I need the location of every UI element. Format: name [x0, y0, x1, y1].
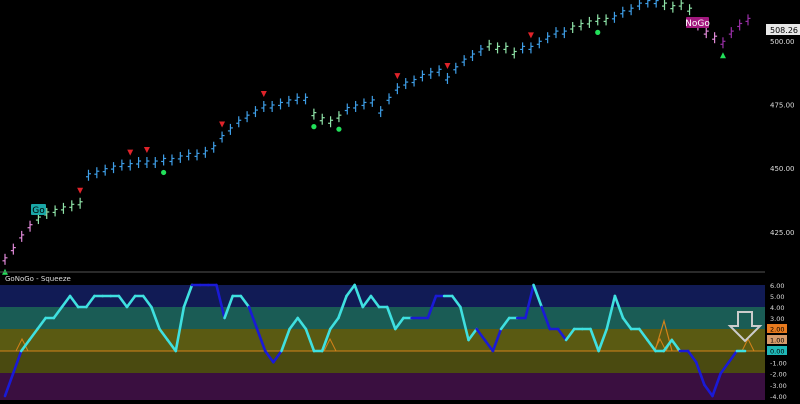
osc-axis-tick: 6.00: [770, 282, 784, 290]
osc-badge-text: 1.00: [770, 337, 784, 345]
osc-axis-tick: -2.00: [770, 371, 787, 379]
go-label: Go: [31, 204, 46, 216]
oscillator-axis: 6.00 5.00 4.00 3.00 -1.00 -2.00 -3.00 -4.00 2.00…: [767, 282, 787, 401]
osc-axis-tick: 5.00: [770, 293, 784, 301]
osc-axis-tick: 3.00: [770, 315, 784, 323]
price-axis-tick: 500.00: [770, 38, 795, 46]
go-marker: [595, 29, 601, 35]
osc-badge: 0.00: [767, 346, 787, 356]
go-marker: [311, 124, 317, 130]
osc-badge-text: 0.00: [770, 348, 784, 356]
osc-axis-tick: 4.00: [770, 304, 784, 312]
osc-band-purple: [0, 373, 765, 400]
price-axis-tick: 475.00: [770, 101, 795, 109]
price-axis-tick: 425.00: [770, 229, 795, 237]
osc-axis-tick: -4.00: [770, 393, 787, 400]
osc-axis-tick: -3.00: [770, 382, 787, 390]
price-axis-tick: 450.00: [770, 165, 795, 173]
nogo-label-text: NoGo: [685, 19, 710, 29]
nogo-label: NoGo: [685, 17, 710, 29]
go-marker: [336, 126, 342, 132]
osc-band-olive: [0, 329, 765, 351]
osc-badge: 1.00: [767, 335, 787, 345]
osc-badge-text: 2.00: [770, 326, 784, 334]
osc-axis-tick: -1.00: [770, 359, 787, 367]
gonogo-chart: 500.00 475.00 450.00 425.00 Go NoGo 508.26 …: [0, 0, 800, 401]
go-marker: [161, 169, 167, 176]
osc-band-teal: [0, 307, 765, 329]
last-price-tag: 508.26: [766, 24, 800, 35]
last-price-text: 508.26: [770, 26, 798, 35]
osc-band-olive2: [0, 351, 765, 373]
osc-badge: 2.00: [767, 324, 787, 334]
chart-svg: 500.00475.00450.00425.00 Go NoGo 508.26 …: [0, 0, 800, 401]
go-label-text: Go: [32, 206, 45, 216]
panel-title: GoNoGo - Squeeze: [5, 275, 71, 283]
